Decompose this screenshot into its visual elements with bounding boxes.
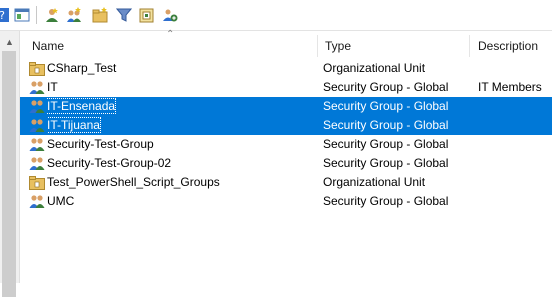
- item-name: Security-Test-Group-02: [47, 156, 172, 170]
- list-item[interactable]: UMC Security Group - Global: [20, 192, 552, 211]
- item-description: [478, 116, 552, 135]
- svg-text:?: ?: [0, 9, 5, 22]
- object-list: CSharp_Test Organizational Unit IT Secur…: [20, 59, 552, 211]
- item-description: [478, 173, 552, 192]
- item-name: Security-Test-Group: [47, 137, 154, 151]
- group-policy-icon[interactable]: [139, 7, 155, 23]
- column-header-description[interactable]: Description: [478, 31, 538, 59]
- column-header-type[interactable]: Type: [325, 31, 351, 59]
- list-item[interactable]: CSharp_Test Organizational Unit: [20, 59, 552, 78]
- item-type: Security Group - Global: [323, 99, 449, 113]
- item-description: [478, 192, 552, 211]
- ou-folder-icon: [29, 62, 45, 76]
- group-icon: [29, 138, 45, 151]
- group-icon: [29, 157, 45, 170]
- group-icon: [29, 119, 45, 132]
- item-name: IT-Tijuana: [47, 117, 101, 133]
- item-type: Security Group - Global: [323, 80, 449, 94]
- list-item[interactable]: IT-Tijuana Security Group - Global: [20, 116, 552, 135]
- item-description: IT Members: [478, 80, 542, 94]
- item-type: Security Group - Global: [323, 194, 449, 208]
- scroll-up-arrow-icon[interactable]: ▲: [5, 37, 14, 47]
- item-name: IT-Ensenada: [47, 98, 117, 114]
- item-name: Test_PowerShell_Script_Groups: [47, 175, 220, 189]
- list-item[interactable]: IT-Ensenada Security Group - Global: [20, 97, 552, 116]
- item-description: [478, 135, 552, 154]
- scroll-thumb[interactable]: [2, 51, 16, 297]
- item-type: Organizational Unit: [323, 175, 426, 189]
- item-name: UMC: [47, 194, 75, 208]
- add-to-group-icon[interactable]: [162, 7, 178, 23]
- item-name: CSharp_Test: [47, 61, 117, 75]
- item-description: [478, 154, 552, 173]
- console-tree-icon[interactable]: [14, 7, 30, 23]
- column-separator[interactable]: [469, 35, 470, 57]
- list-header: ⌃ Name Type Description: [20, 29, 552, 59]
- toolbar-separator: [36, 6, 37, 24]
- create-group-icon[interactable]: [66, 7, 82, 23]
- column-separator[interactable]: [317, 35, 318, 57]
- group-icon: [29, 81, 45, 94]
- item-description: [478, 59, 552, 78]
- create-user-icon[interactable]: [44, 7, 60, 23]
- item-type: Organizational Unit: [323, 61, 426, 75]
- list-item[interactable]: IT Security Group - Global IT Members: [20, 78, 552, 97]
- item-name: IT: [47, 80, 58, 94]
- group-icon: [29, 100, 45, 113]
- toolbar: ?: [0, 0, 552, 31]
- ou-folder-icon: [29, 176, 45, 190]
- sort-ascending-icon: ⌃: [166, 29, 175, 40]
- left-scrollbar[interactable]: ▲: [0, 31, 20, 297]
- list-item[interactable]: Test_PowerShell_Script_Groups Organizati…: [20, 173, 552, 192]
- item-type: Security Group - Global: [323, 156, 449, 170]
- list-item[interactable]: Security-Test-Group-02 Security Group - …: [20, 154, 552, 173]
- create-ou-icon[interactable]: [92, 7, 108, 23]
- filter-icon[interactable]: [116, 7, 132, 23]
- help-icon[interactable]: ?: [0, 7, 10, 23]
- list-item[interactable]: Security-Test-Group Security Group - Glo…: [20, 135, 552, 154]
- group-icon: [29, 195, 45, 208]
- column-header-name[interactable]: Name: [32, 31, 64, 59]
- item-type: Security Group - Global: [323, 118, 449, 132]
- item-type: Security Group - Global: [323, 137, 449, 151]
- item-description: [478, 97, 552, 116]
